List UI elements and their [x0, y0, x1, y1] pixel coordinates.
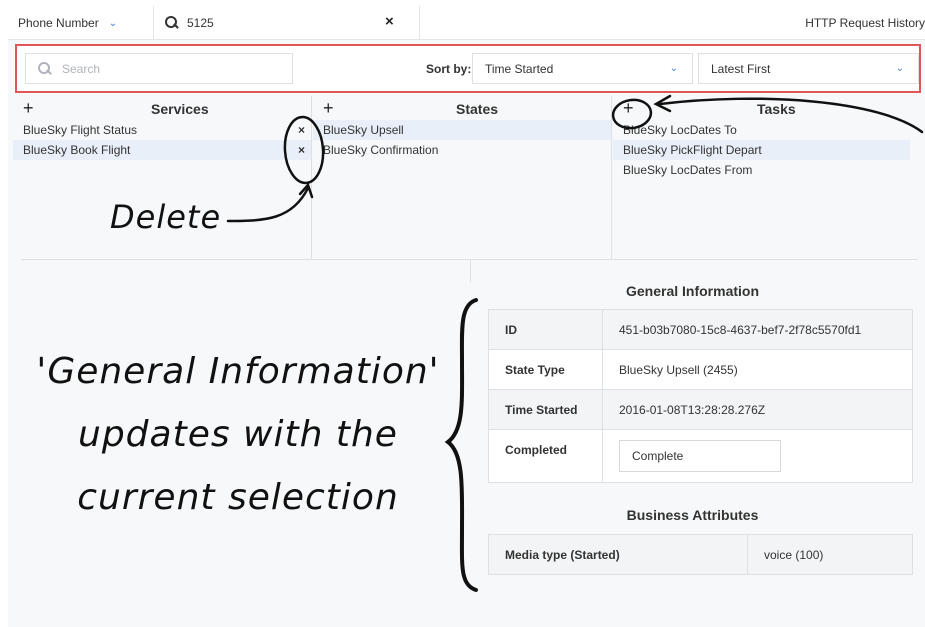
- table-value: voice (100): [764, 547, 824, 562]
- completed-field[interactable]: Complete: [619, 440, 781, 472]
- add-state-button[interactable]: +: [323, 98, 334, 119]
- state-label: BlueSky Upsell: [323, 123, 404, 137]
- delete-annotation: Delete: [110, 198, 222, 236]
- table-value: BlueSky Upsell (2455): [619, 362, 738, 377]
- clear-search-icon[interactable]: ×: [385, 13, 394, 30]
- task-label: BlueSky PickFlight Depart: [623, 143, 762, 157]
- tasks-column: + Tasks BlueSky LocDates To BlueSky Pick…: [613, 96, 910, 260]
- sort-by-label: Sort by:: [426, 62, 472, 76]
- list-item[interactable]: BlueSky LocDates From: [613, 160, 910, 180]
- divider: [470, 260, 471, 282]
- phone-number-select-label: Phone Number: [18, 16, 99, 30]
- http-request-history-link[interactable]: HTTP Request History: [805, 16, 925, 30]
- list-item[interactable]: BlueSky Upsell: [313, 120, 611, 140]
- search-input[interactable]: Search: [25, 53, 293, 84]
- top-search-field[interactable]: 5125: [165, 12, 214, 34]
- sort-field-dropdown[interactable]: Time Started ⌄: [472, 53, 693, 84]
- table-value: 2016-01-08T13:28:28.276Z: [619, 402, 766, 417]
- sort-order-dropdown[interactable]: Latest First ⌄: [698, 53, 919, 84]
- table-key: State Type: [489, 350, 603, 389]
- filter-bar: Search Sort by: Time Started ⌄ Latest Fi…: [15, 44, 921, 93]
- table-row: Time Started 2016-01-08T13:28:28.276Z: [489, 390, 912, 430]
- service-label: BlueSky Book Flight: [23, 143, 131, 157]
- table-key: Time Started: [489, 390, 603, 429]
- general-information-table: ID 451-b03b7080-15c8-4637-bef7-2f78c5570…: [488, 309, 913, 483]
- annotation-line: current selection: [77, 477, 399, 518]
- chevron-down-icon: ⌄: [669, 63, 678, 74]
- chevron-down-icon: ⌄: [108, 17, 118, 29]
- phone-number-select[interactable]: Phone Number ⌄: [18, 12, 117, 34]
- list-item[interactable]: BlueSky PickFlight Depart: [613, 140, 910, 160]
- search-icon: [38, 61, 52, 76]
- list-item[interactable]: BlueSky Confirmation: [313, 140, 611, 160]
- add-service-button[interactable]: +: [23, 98, 34, 119]
- table-value: Complete: [603, 430, 912, 482]
- services-header: + Services: [13, 96, 311, 120]
- states-header: + States: [313, 96, 611, 120]
- services-title: Services: [151, 101, 209, 117]
- divider: [153, 6, 154, 40]
- business-attributes-table: Media type (Started) voice (100): [488, 534, 913, 575]
- task-label: BlueSky LocDates To: [623, 123, 737, 137]
- table-row: State Type BlueSky Upsell (2455): [489, 350, 912, 390]
- list-item[interactable]: BlueSky Book Flight ×: [13, 140, 311, 160]
- annotation-line: 'General Information': [36, 351, 440, 392]
- add-task-button[interactable]: +: [623, 98, 634, 119]
- app-window: Phone Number ⌄ 5125 × HTTP Request Histo…: [8, 6, 925, 627]
- tasks-title: Tasks: [757, 101, 796, 117]
- chevron-down-icon: ⌄: [895, 63, 904, 74]
- state-label: BlueSky Confirmation: [323, 143, 439, 157]
- top-bar: Phone Number ⌄ 5125 × HTTP Request Histo…: [8, 6, 925, 40]
- sort-order-value: Latest First: [711, 61, 771, 76]
- states-column: + States BlueSky Upsell BlueSky Confirma…: [313, 96, 612, 260]
- list-item[interactable]: BlueSky LocDates To: [613, 120, 910, 140]
- table-row: ID 451-b03b7080-15c8-4637-bef7-2f78c5570…: [489, 310, 912, 350]
- general-information-title: General Information: [625, 283, 760, 299]
- search-placeholder: Search: [62, 61, 101, 76]
- annotation-line: updates with the: [78, 414, 398, 455]
- table-key: Media type (Started): [489, 535, 748, 574]
- delete-icon[interactable]: ×: [298, 120, 305, 140]
- tasks-header: + Tasks: [613, 96, 910, 120]
- sort-field-value: Time Started: [485, 61, 554, 76]
- states-title: States: [456, 101, 499, 117]
- table-value: 451-b03b7080-15c8-4637-bef7-2f78c5570fd1: [619, 322, 862, 337]
- business-attributes-title: Business Attributes: [626, 507, 759, 523]
- list-item[interactable]: BlueSky Flight Status ×: [13, 120, 311, 140]
- task-label: BlueSky LocDates From: [623, 163, 753, 177]
- service-label: BlueSky Flight Status: [23, 123, 138, 137]
- delete-icon[interactable]: ×: [298, 140, 305, 160]
- general-information-annotation: 'General Information' updates with the c…: [28, 340, 448, 529]
- top-search-value: 5125: [187, 16, 214, 30]
- search-icon: [165, 16, 179, 30]
- table-key: ID: [489, 310, 603, 349]
- table-key: Completed: [489, 430, 603, 482]
- divider: [419, 6, 420, 40]
- table-row: Completed Complete: [489, 430, 912, 482]
